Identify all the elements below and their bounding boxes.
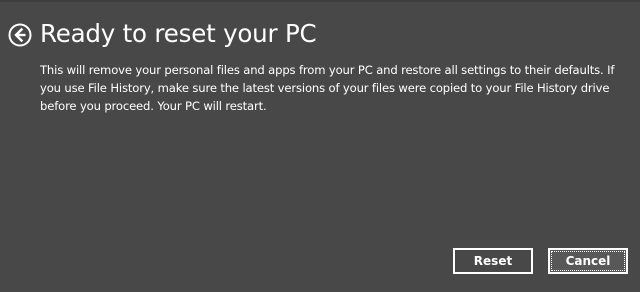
- back-button[interactable]: [8, 23, 32, 47]
- top-edge: [0, 0, 640, 2]
- cancel-button[interactable]: Cancel: [548, 248, 628, 274]
- reset-description: This will remove your personal files and…: [40, 63, 615, 113]
- reset-button[interactable]: Reset: [453, 248, 533, 274]
- reset-pc-dialog: Ready to reset your PC This will remove …: [0, 0, 640, 292]
- back-arrow-circle-icon: [8, 23, 32, 47]
- page-title: Ready to reset your PC: [40, 19, 317, 48]
